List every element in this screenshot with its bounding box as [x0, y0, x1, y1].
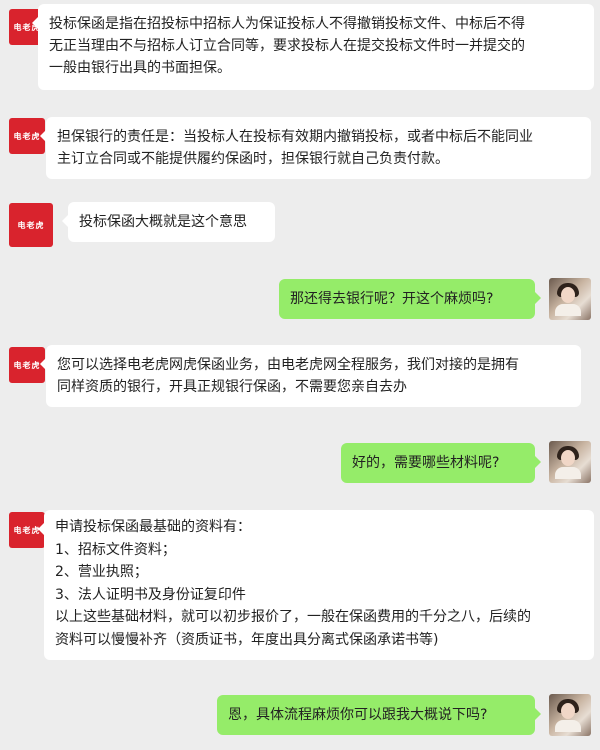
avatar-dress	[555, 467, 581, 479]
brand-avatar-text: 电老虎	[13, 525, 41, 535]
avatar-face	[561, 287, 575, 303]
brand-avatar[interactable]: 电老虎	[9, 203, 53, 247]
message-line: 2、营业执照；	[55, 564, 148, 580]
message-bubble[interactable]: 那还得去银行呢？开这个麻烦吗?	[279, 279, 541, 319]
message-line: 同样资质的银行，开具正规银行保函，不需要您亲自去办	[57, 379, 407, 395]
user-avatar[interactable]	[549, 441, 591, 483]
user-avatar[interactable]	[549, 694, 591, 736]
message-bubble[interactable]: 好的，需要哪些材料呢?	[341, 443, 541, 483]
message-bubble[interactable]: 申请投标保函最基础的资料有： 1、招标文件资料； 2、营业执照； 3、法人证明书…	[38, 510, 594, 660]
message-line: 申请投标保函最基础的资料有：	[55, 519, 251, 535]
brand-avatar-text: 电老虎	[13, 360, 41, 370]
message-line: 主订立合同或不能提供履约保函时，担保银行就自己负责付款。	[57, 151, 449, 167]
message-line: 那还得去银行呢？开这个麻烦吗?	[290, 291, 494, 307]
message-bubble[interactable]: 投标保函大概就是这个意思	[62, 202, 275, 242]
message-line: 资料可以慢慢补齐（资质证书，年度出具分离式保函承诺书等)	[55, 631, 439, 648]
avatar-dress	[555, 304, 581, 316]
message-line: 您可以选择电老虎网虎保函业务，由电老虎网全程服务，我们对接的是拥有	[57, 357, 519, 373]
message-line: 担保银行的责任是：当投标人在投标有效期内撤销投标，或者中标后不能同业	[57, 129, 533, 145]
message-line: 投标保函大概就是这个意思	[79, 214, 247, 230]
message-bubble[interactable]: 投标保函是指在招投标中招标人为保证投标人不得撤销投标文件、中标后不得 无正当理由…	[32, 4, 594, 90]
message-line: 1、招标文件资料；	[55, 541, 176, 558]
message-line: 一般由银行出具的书面担保。	[49, 60, 231, 76]
message-line: 好的，需要哪些材料呢?	[352, 455, 500, 471]
message-bubble[interactable]: 担保银行的责任是：当投标人在投标有效期内撤销投标，或者中标后不能同业 主订立合同…	[40, 117, 591, 179]
avatar-dress	[555, 720, 581, 732]
message-bubble[interactable]: 恩，具体流程麻烦你可以跟我大概说下吗?	[217, 695, 541, 735]
message-line: 以上这些基础材料，就可以初步报价了，一般在保函费用的千分之八，后续的	[55, 609, 531, 625]
avatar-face	[561, 703, 575, 719]
message-line: 3、法人证明书及身份证复印件	[55, 586, 246, 603]
message-line: 恩，具体流程麻烦你可以跟我大概说下吗?	[228, 707, 488, 723]
message-line: 无正当理由不与招标人订立合同等，要求投标人在提交投标文件时一并提交的	[49, 38, 525, 54]
user-avatar[interactable]	[549, 278, 591, 320]
brand-avatar-text: 电老虎	[13, 131, 41, 141]
avatar-face	[561, 450, 575, 466]
message-line: 投标保函是指在招投标中招标人为保证投标人不得撤销投标文件、中标后不得	[49, 16, 525, 32]
message-bubble[interactable]: 您可以选择电老虎网虎保函业务，由电老虎网全程服务，我们对接的是拥有 同样资质的银…	[40, 345, 581, 407]
brand-avatar-text: 电老虎	[17, 220, 45, 230]
